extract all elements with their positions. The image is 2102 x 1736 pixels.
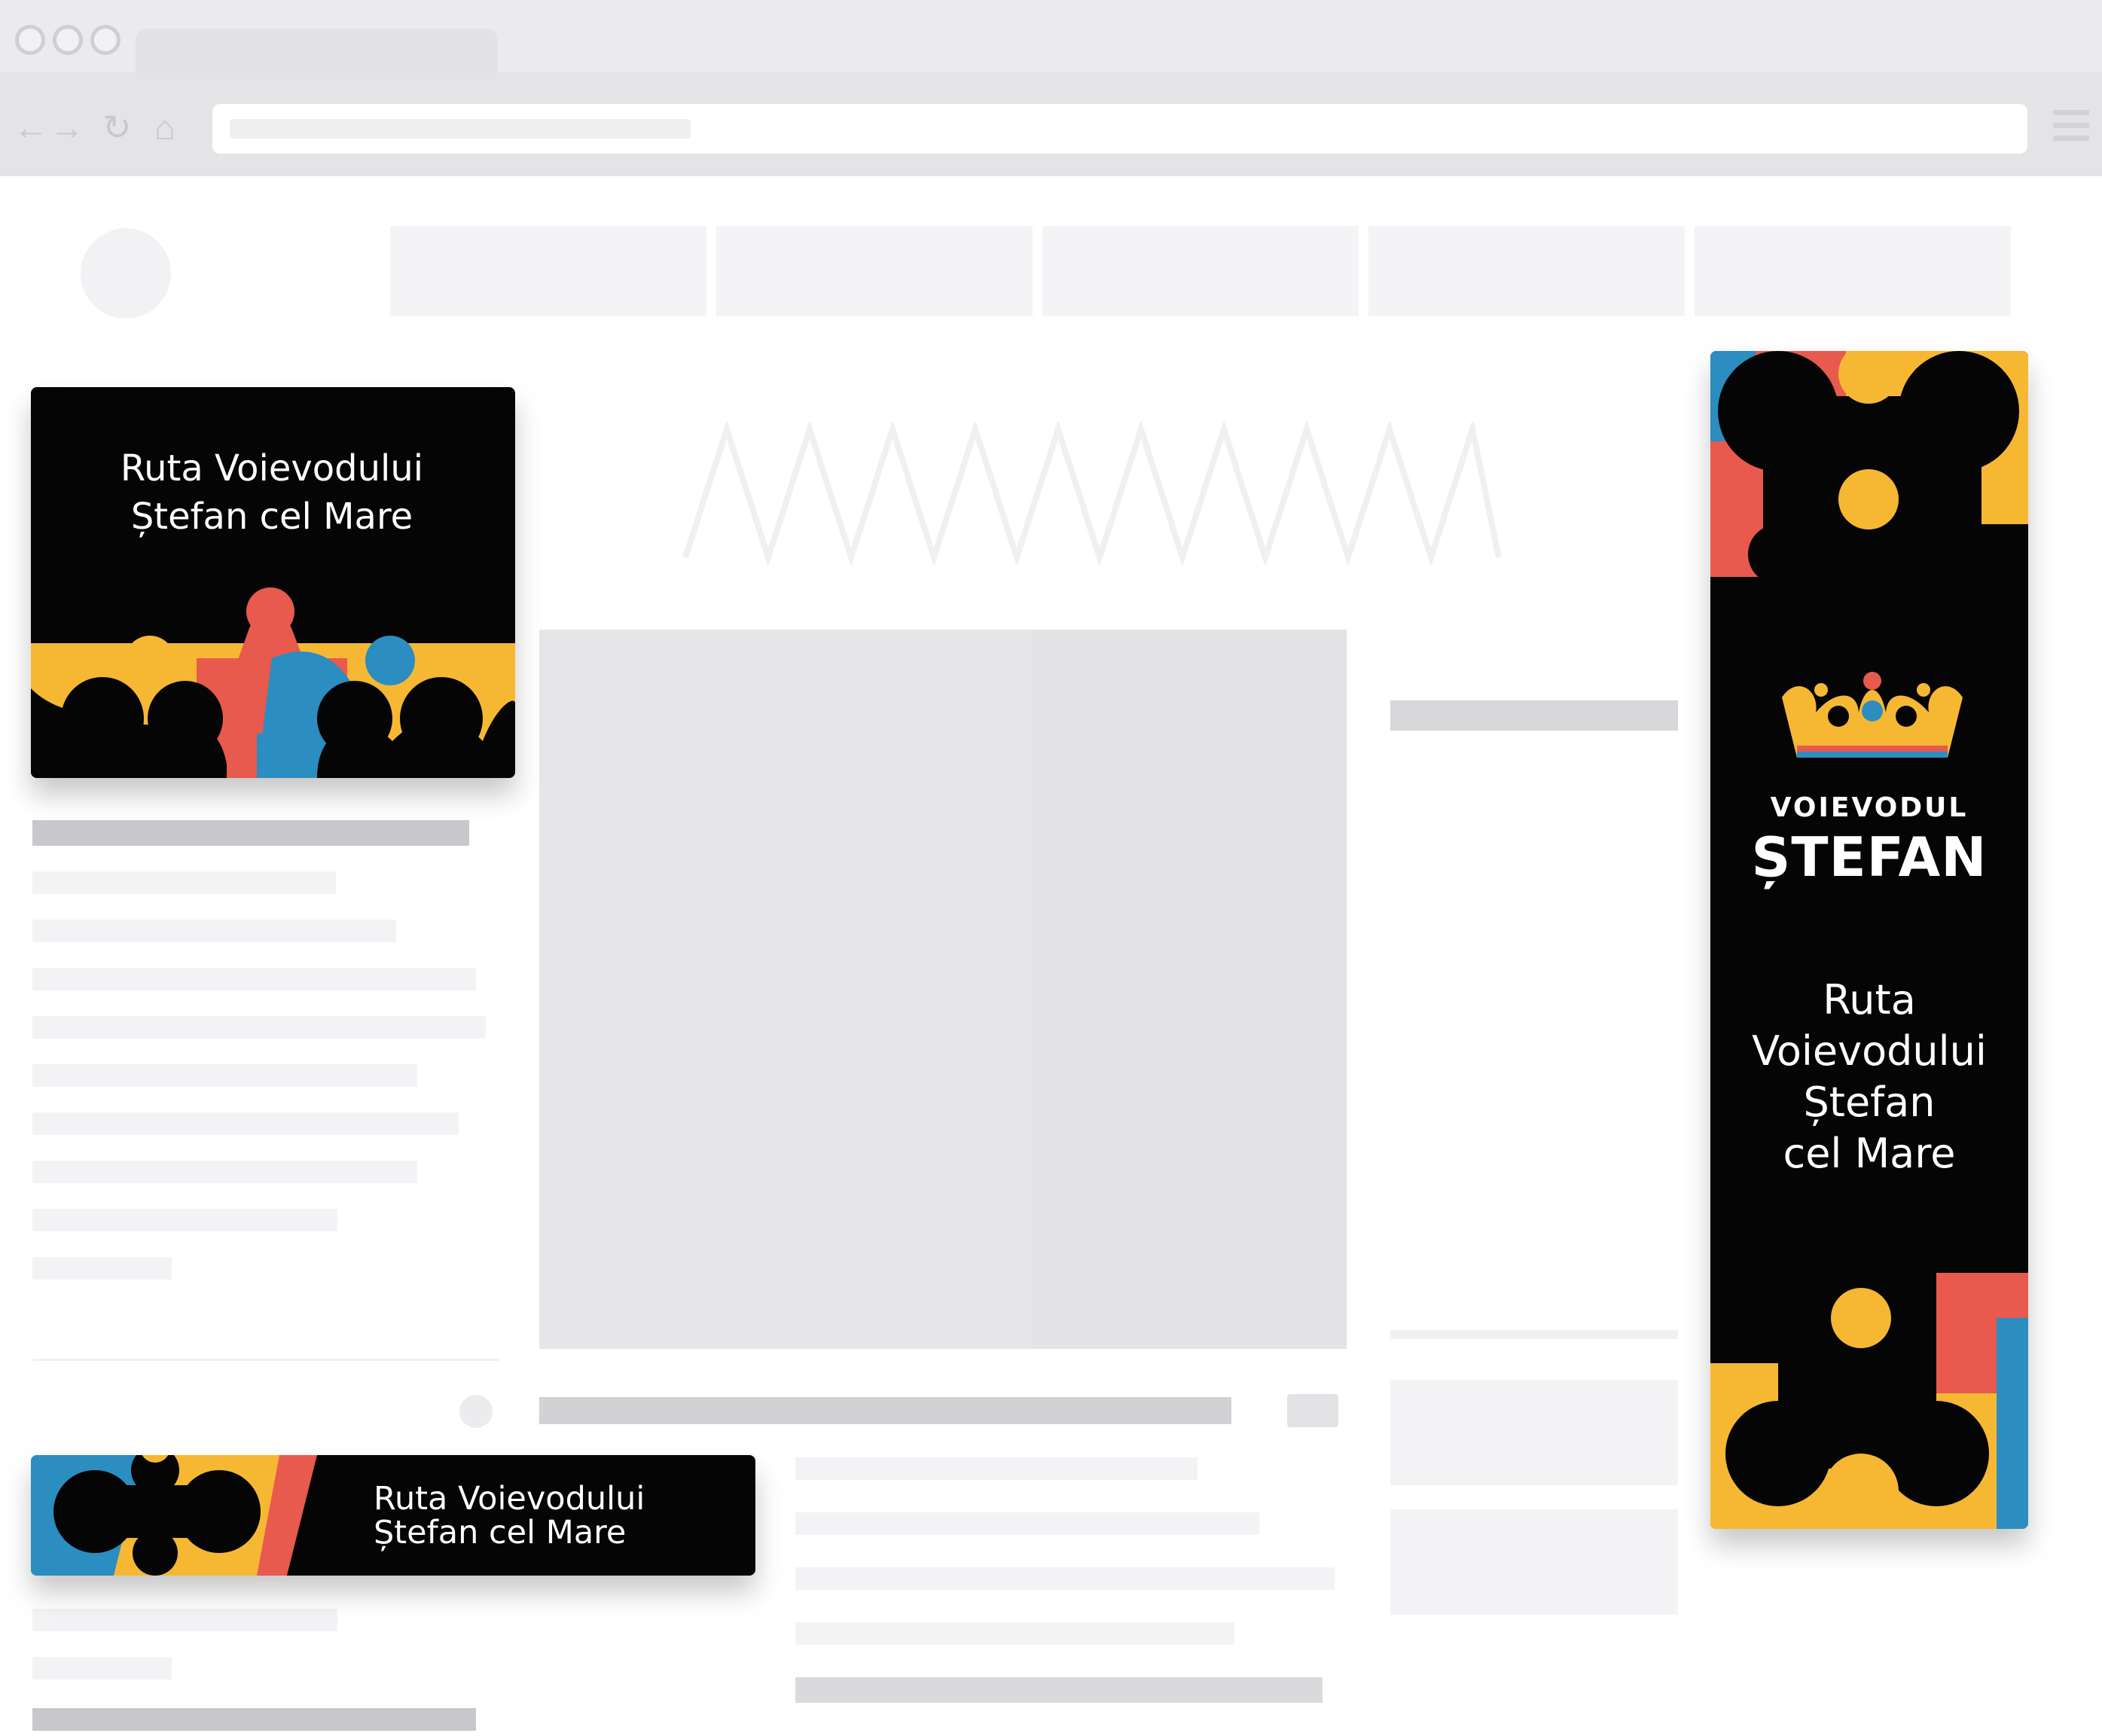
text-line-placeholder	[32, 1112, 459, 1135]
window-maximize-button[interactable]	[90, 25, 121, 55]
crown-pattern-graphic	[1710, 1273, 2028, 1529]
nav-tab-placeholder[interactable]	[1368, 226, 1685, 316]
divider	[32, 1359, 499, 1361]
ad-banner-leaderboard[interactable]: Ruta Voievodului Ștefan cel Mare	[31, 1455, 755, 1576]
banner-title: Ruta Voievodului Ștefan cel Mare	[374, 1482, 660, 1550]
text-line-placeholder	[32, 1161, 417, 1183]
crown-logo-icon	[1782, 672, 1963, 758]
route-line-1: Ruta	[1823, 976, 1916, 1024]
zigzag-placeholder-graphic	[682, 422, 1502, 565]
sidebar-card-placeholder	[1390, 1380, 1678, 1485]
ad-banner-skyscraper[interactable]: VOIEVODUL ȘTEFAN Ruta Voievodului Ștefan…	[1710, 351, 2028, 1529]
text-line-placeholder	[32, 871, 336, 894]
back-arrow-icon[interactable]: ←	[14, 110, 48, 145]
main-image-placeholder	[539, 630, 1347, 1349]
forward-arrow-icon[interactable]: →	[50, 110, 84, 145]
comment-icon[interactable]	[1287, 1394, 1338, 1427]
text-line-placeholder	[32, 920, 396, 942]
sidebar-card-placeholder	[1390, 1509, 1678, 1615]
banner-title-line2: Ștefan cel Mare	[374, 1514, 627, 1551]
crown-pattern-graphic	[31, 587, 515, 778]
brand-name-line1: VOIEVODUL	[1770, 792, 1969, 823]
home-icon[interactable]: ⌂	[154, 110, 175, 145]
text-line-placeholder	[32, 1064, 417, 1087]
brand-name-line2: ȘTEFAN	[1751, 825, 1988, 889]
text-line-placeholder	[32, 968, 476, 990]
hamburger-menu-icon[interactable]	[2053, 110, 2089, 148]
divider	[1390, 1330, 1678, 1339]
site-logo-placeholder[interactable]	[81, 228, 171, 319]
heading-placeholder	[32, 820, 469, 846]
text-line-placeholder	[32, 1257, 172, 1280]
nav-tab-placeholder[interactable]	[390, 226, 706, 316]
caption-heading-placeholder	[539, 1397, 1231, 1424]
text-line-placeholder	[32, 1209, 337, 1231]
text-line-placeholder	[32, 1016, 486, 1039]
nav-tab-placeholder[interactable]	[1695, 226, 2011, 316]
ad-banner-square[interactable]: Ruta Voievodului Ștefan cel Mare	[31, 387, 515, 778]
address-bar-placeholder-text	[230, 119, 691, 139]
crown-pattern-graphic	[31, 1455, 332, 1576]
text-line-placeholder	[795, 1567, 1335, 1590]
text-line-placeholder	[795, 1457, 1197, 1480]
route-line-3: Ștefan	[1803, 1079, 1936, 1126]
text-line-placeholder	[795, 1677, 1323, 1703]
route-line-4: cel Mare	[1783, 1130, 1956, 1177]
sidebar-heading-placeholder	[1390, 700, 1678, 731]
text-line-placeholder	[795, 1622, 1234, 1645]
nav-tab-placeholder[interactable]	[716, 226, 1033, 316]
route-line-2: Voievodului	[1752, 1027, 1987, 1075]
heading-placeholder	[32, 1708, 476, 1731]
banner-title-line1: Ruta Voievodului	[374, 1480, 645, 1518]
text-line-placeholder	[32, 1657, 172, 1680]
window-close-button[interactable]	[15, 25, 45, 55]
avatar-placeholder	[459, 1395, 493, 1428]
text-line-placeholder	[795, 1512, 1259, 1535]
text-line-placeholder	[32, 1609, 337, 1631]
browser-tab[interactable]	[136, 29, 497, 72]
window-minimize-button[interactable]	[53, 25, 83, 55]
reload-icon[interactable]: ↻	[102, 110, 132, 145]
nav-tab-placeholder[interactable]	[1042, 226, 1359, 316]
crown-pattern-graphic	[1710, 351, 2028, 577]
